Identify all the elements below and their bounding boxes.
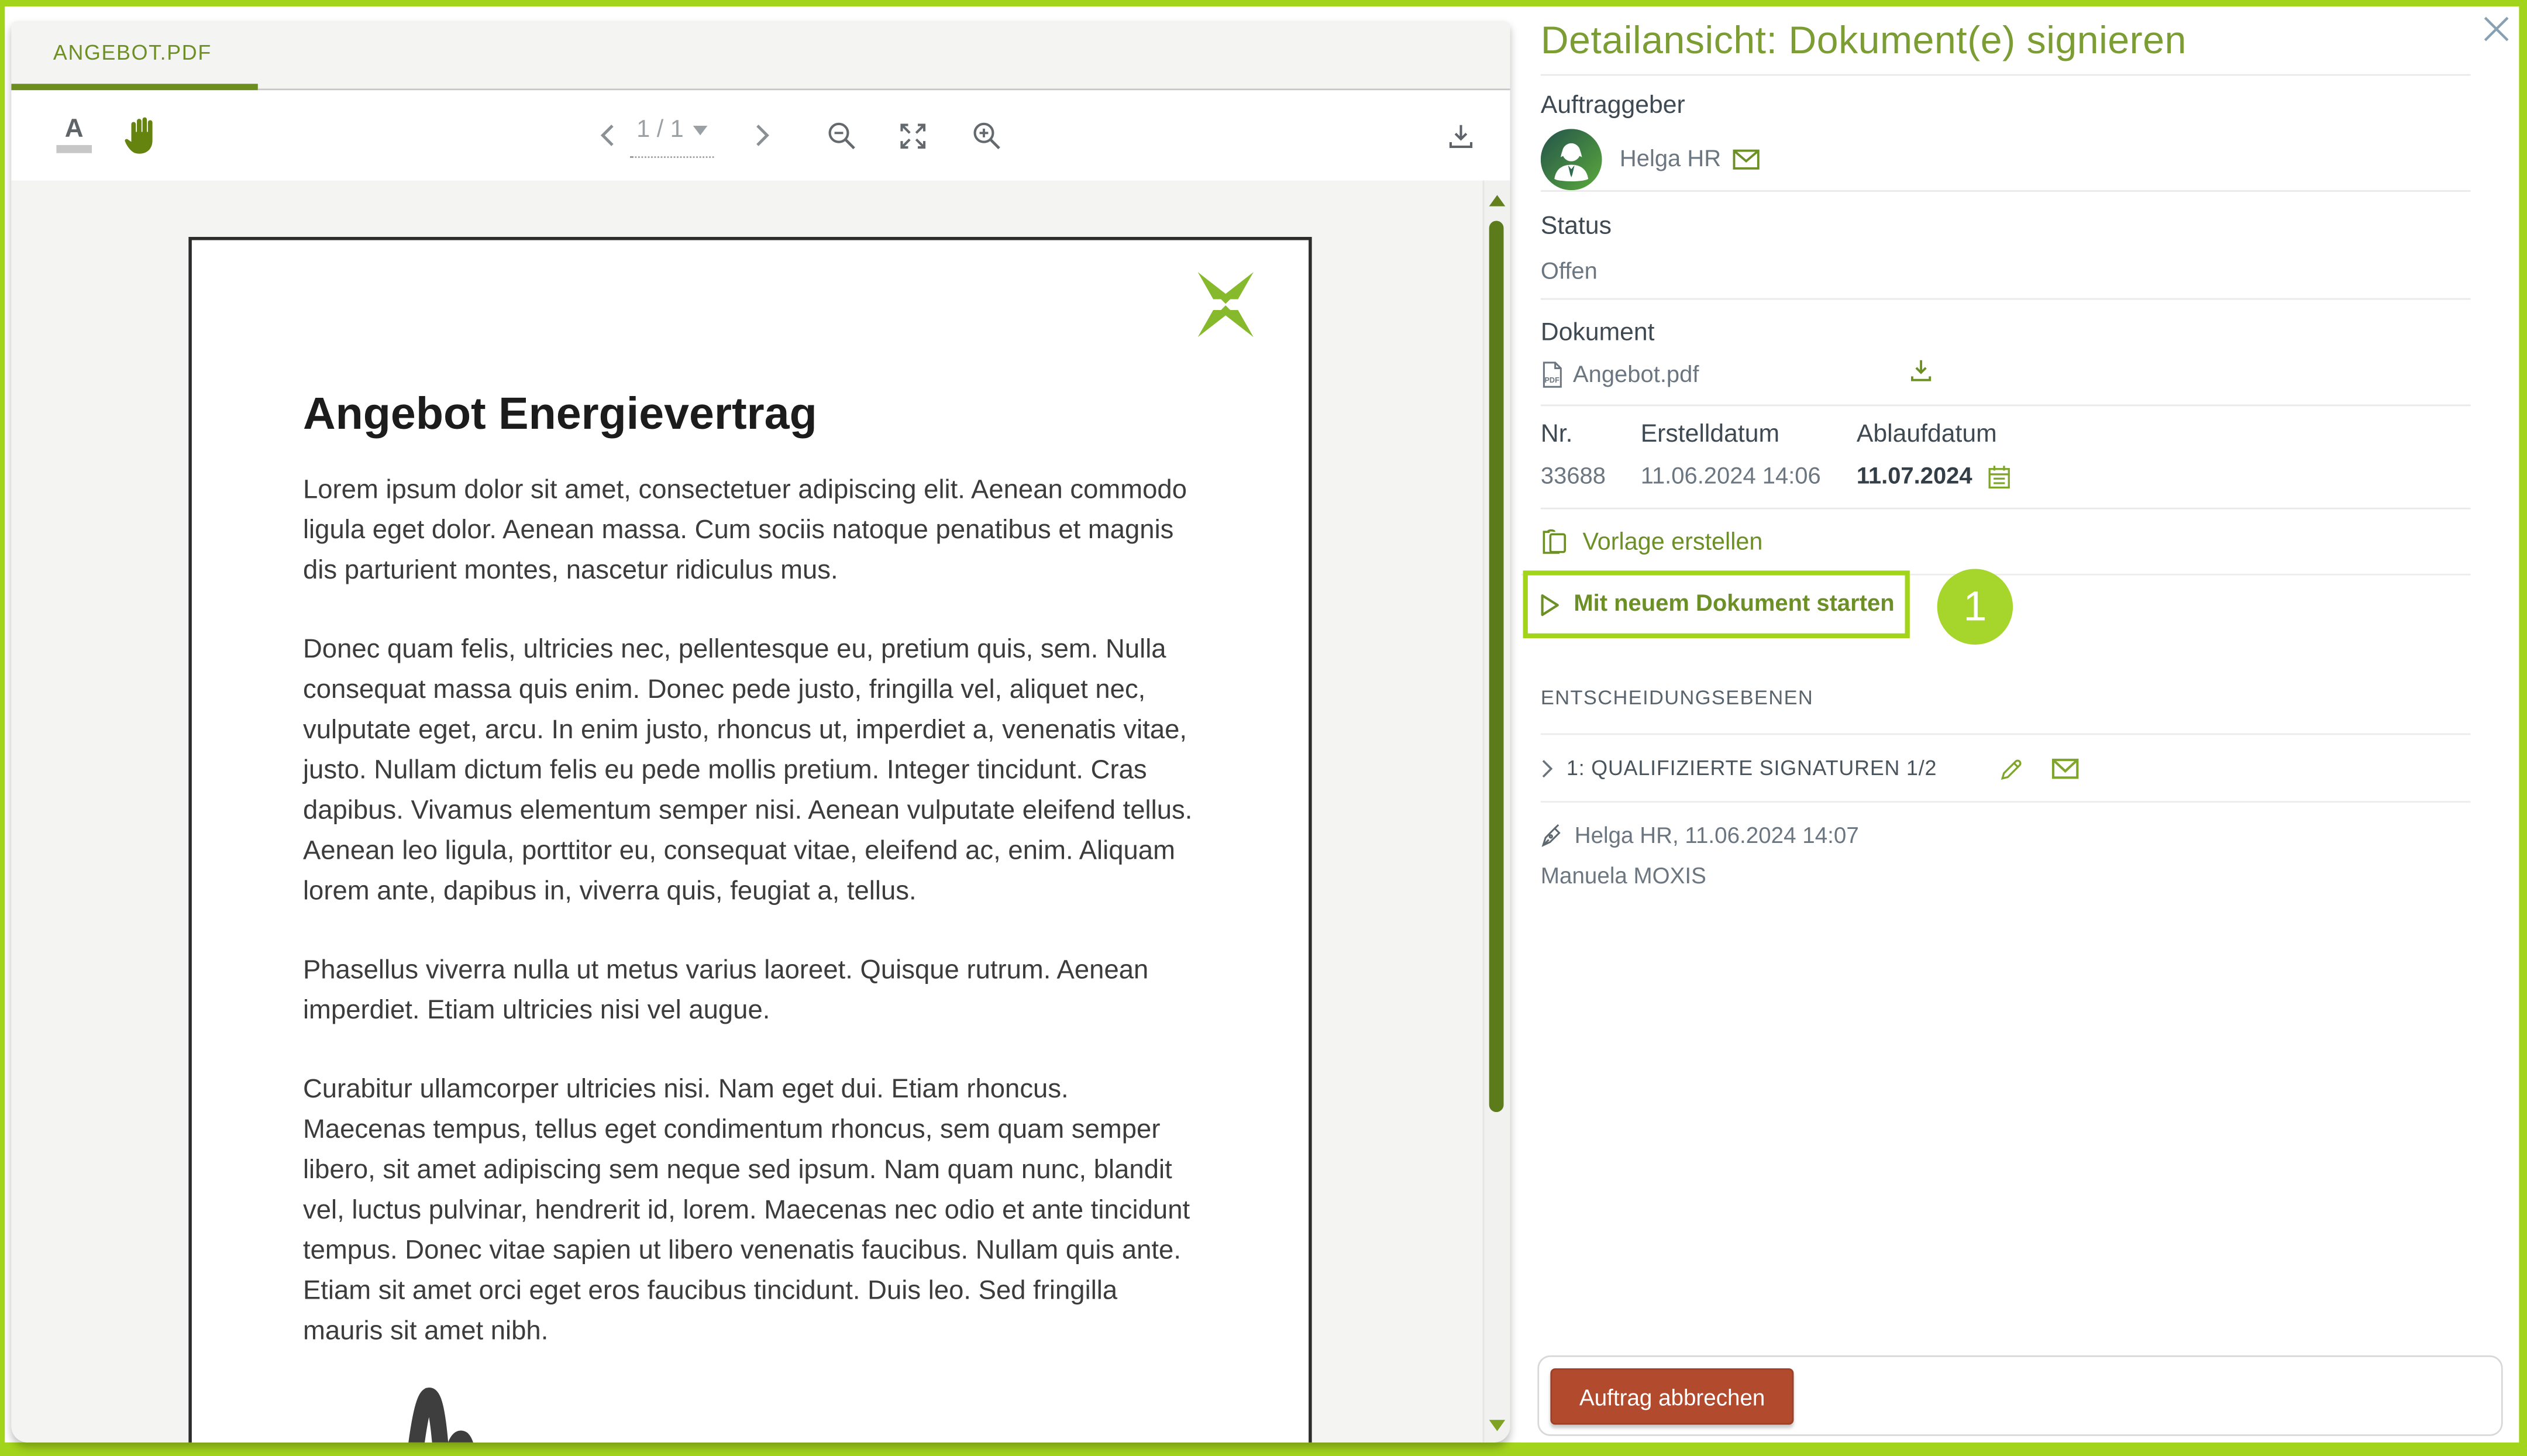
avatar	[1541, 129, 1602, 190]
section-meta: Nr. Erstelldatum Ablaufdatum 33688 11.06…	[1541, 406, 2471, 509]
detail-panel: Detailansicht: Dokument(e) signieren Auf…	[1521, 6, 2519, 1443]
mail-level-icon[interactable]	[2051, 757, 2079, 780]
download-file-icon	[1908, 358, 1934, 384]
scrollbar-thumb[interactable]	[1489, 221, 1504, 1112]
prev-page-icon	[598, 122, 617, 148]
hand-tool-icon	[119, 113, 161, 158]
meta-expiry: 11.07.2024	[1857, 464, 1972, 490]
start-with-new-document-button[interactable]: Mit neuem Dokument starten	[1523, 570, 1910, 638]
scroll-up-icon[interactable]	[1489, 195, 1506, 206]
section-status: Status Offen	[1541, 192, 2471, 300]
pdf-viewer: ANGEBOT.PDF A	[11, 21, 1510, 1443]
download-file-button[interactable]	[1908, 358, 1934, 384]
col-erstelldatum: Erstelldatum	[1641, 421, 1857, 450]
annotation-badge-1: 1	[1937, 569, 2013, 645]
close-button[interactable]	[2484, 16, 2509, 42]
app-window: ANGEBOT.PDF A	[5, 6, 2519, 1443]
signed-by-text: Helga HR, 11.06.2024 14:07	[1575, 822, 1859, 848]
document-paragraph: Curabitur ullamcorper ultricies nisi. Na…	[303, 1070, 1197, 1352]
signed-by-row: Helga HR, 11.06.2024 14:07	[1541, 822, 2471, 848]
text-select-icon: A	[65, 118, 84, 142]
play-icon	[1538, 592, 1559, 616]
status-label: Status	[1541, 192, 2471, 242]
document-paragraph: Lorem ipsum dolor sit amet, consectetuer…	[303, 470, 1197, 591]
status-value: Offen	[1541, 260, 2471, 285]
tab-angebot-pdf[interactable]: ANGEBOT.PDF	[53, 21, 212, 84]
chevron-right-icon	[1541, 758, 1554, 777]
panel-title: Detailansicht: Dokument(e) signieren	[1541, 19, 2187, 63]
download-icon	[1447, 122, 1474, 149]
fit-screen-icon	[897, 120, 927, 150]
panel-footer: Auftrag abbrechen	[1537, 1356, 2502, 1437]
zoom-out-icon	[826, 120, 856, 150]
next-page-button[interactable]	[746, 90, 779, 180]
page-indicator-value: 1 / 1	[636, 116, 683, 143]
dokument-label: Dokument	[1541, 300, 2471, 348]
signature-scribble	[395, 1385, 488, 1443]
pencil-icon[interactable]	[1998, 755, 2024, 781]
text-select-tool-button[interactable]: A	[50, 90, 98, 180]
file-row[interactable]: PDF Angebot.pdf	[1541, 361, 2471, 388]
vorlage-erstellen-link[interactable]: Vorlage erstellen	[1541, 510, 2471, 574]
mail-icon[interactable]	[1732, 148, 1760, 171]
fit-screen-button[interactable]	[891, 90, 934, 180]
company-logo	[1172, 266, 1280, 343]
calendar-icon[interactable]	[1987, 464, 2010, 490]
col-nr: Nr.	[1541, 421, 1641, 450]
zoom-out-button[interactable]	[820, 90, 862, 180]
screenshot-stage: ANGEBOT.PDF A	[0, 0, 2527, 1456]
scroll-down-icon[interactable]	[1489, 1420, 1506, 1431]
auftraggeber-name: Helga HR	[1620, 147, 1721, 173]
cancel-order-button[interactable]: Auftrag abbrechen	[1550, 1369, 1794, 1425]
col-ablaufdatum: Ablaufdatum	[1857, 421, 2471, 450]
auftraggeber-label: Auftraggeber	[1541, 75, 2471, 121]
meta-nr: 33688	[1541, 464, 1641, 490]
svg-text:PDF: PDF	[1544, 376, 1559, 384]
next-page-icon	[753, 122, 772, 148]
prev-page-button[interactable]	[591, 90, 624, 180]
copy-template-icon	[1541, 527, 1568, 556]
dokument-filename: Angebot.pdf	[1573, 362, 1699, 388]
level-title: 1: QUALIFIZIERTE SIGNATUREN 1/2	[1567, 756, 1937, 780]
close-icon	[2484, 16, 2509, 42]
document-paragraph: Donec quam felis, ultricies nec, pellent…	[303, 630, 1197, 912]
document-paragraph: Phasellus viverra nulla ut metus varius …	[303, 951, 1197, 1032]
page-indicator-input[interactable]: 1 / 1	[630, 90, 714, 180]
viewer-tabbar: ANGEBOT.PDF	[11, 21, 1510, 84]
viewer-scrollbar[interactable]	[1483, 181, 1510, 1443]
hand-tool-button[interactable]	[115, 90, 166, 180]
zoom-in-icon	[971, 120, 1001, 150]
pdf-file-icon: PDF	[1541, 361, 1564, 388]
meta-created: 11.06.2024 14:06	[1641, 464, 1857, 490]
download-document-button[interactable]	[1439, 90, 1481, 180]
viewer-toolbar: A 1 / 1	[11, 90, 1510, 180]
pen-signature-icon	[1541, 822, 1564, 846]
section-auftraggeber: Auftraggeber	[1541, 75, 2471, 191]
document-page: Angebot Energievertrag Lorem ipsum dolor…	[188, 237, 1311, 1443]
start-button-zone: Mit neuem Dokument starten 1	[1541, 574, 2471, 670]
active-tab-underline	[11, 84, 258, 90]
caret-down-icon	[693, 125, 708, 135]
panel-header: Detailansicht: Dokument(e) signieren	[1541, 6, 2471, 75]
document-title: Angebot Energievertrag	[303, 387, 1197, 442]
pending-signer-text: Manuela MOXIS	[1541, 862, 2471, 888]
section-dokument: Dokument PDF Angebot.pdf	[1541, 300, 2471, 406]
entscheidungsebenen-label: ENTSCHEIDUNGSEBENEN	[1541, 670, 2471, 735]
text-select-underline	[56, 145, 92, 153]
zoom-in-button[interactable]	[965, 90, 1007, 180]
signature-level-row[interactable]: 1: QUALIFIZIERTE SIGNATUREN 1/2	[1541, 735, 2471, 803]
